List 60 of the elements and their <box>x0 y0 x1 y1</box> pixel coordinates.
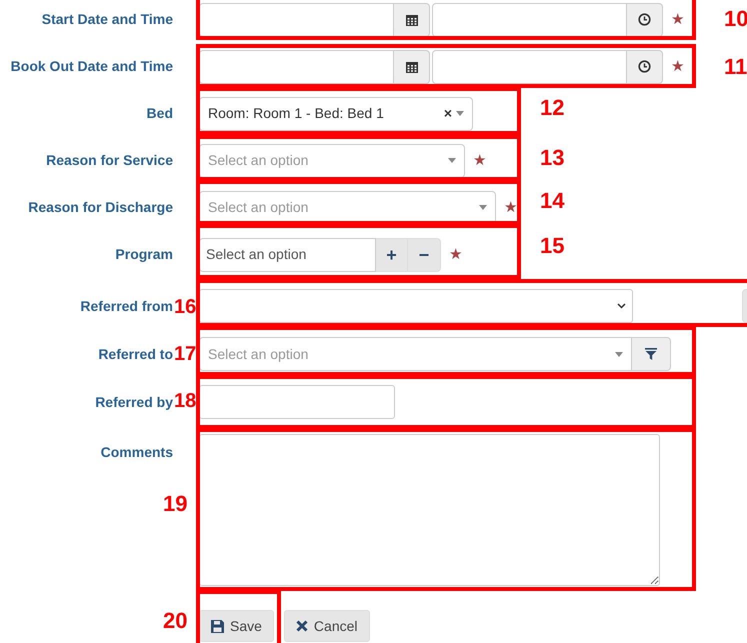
input-field[interactable] <box>199 50 394 84</box>
field-label: Reason for Service <box>45 151 173 170</box>
chevron-down-icon <box>617 303 626 309</box>
calendar-button[interactable] <box>394 50 430 84</box>
select-placeholder: Select an option <box>206 245 306 264</box>
annotation-number: 20 <box>163 610 188 632</box>
filter-button[interactable] <box>632 337 671 371</box>
caret-icon <box>479 205 487 210</box>
annotation-number: 11 <box>724 56 747 78</box>
required-icon: ★ <box>671 12 684 27</box>
annotation-number: 12 <box>540 97 564 119</box>
annotation-number: 14 <box>540 190 564 212</box>
field-label: Comments <box>100 443 173 462</box>
field-label: Start Date and Time <box>40 10 173 29</box>
required-icon: ★ <box>504 200 517 215</box>
annotation-number: 16 <box>174 297 196 317</box>
field-label: Bed <box>146 104 173 123</box>
annotation-number: 13 <box>540 147 564 169</box>
caret-icon <box>456 111 464 116</box>
clock-button[interactable] <box>627 2 663 36</box>
required-icon: ★ <box>473 153 486 168</box>
select-value: Room: Room 1 - Bed: Bed 1 <box>208 104 385 123</box>
add-button[interactable]: + <box>376 238 408 272</box>
save-button[interactable]: Save <box>199 610 274 642</box>
field-label: Reason for Discharge <box>27 198 173 217</box>
caret-icon <box>615 352 623 356</box>
input-field[interactable] <box>199 385 395 419</box>
field-label: Referred from <box>79 296 173 316</box>
select-placeholder: Select an option <box>208 198 310 217</box>
input-field[interactable] <box>432 2 627 36</box>
field-label: Referred to <box>97 344 173 364</box>
annotation-number: 18 <box>174 391 196 411</box>
floppy-icon <box>211 620 224 632</box>
clock-icon <box>638 60 651 73</box>
remove-button[interactable]: − <box>408 238 441 272</box>
close-icon <box>296 620 308 632</box>
select-placeholder: Select an option <box>208 151 310 170</box>
input-field[interactable] <box>199 2 394 36</box>
calendar-icon <box>406 14 418 26</box>
clock-button[interactable] <box>627 50 663 84</box>
cancel-button[interactable]: Cancel <box>284 610 370 642</box>
calendar-icon <box>406 60 418 72</box>
input-field[interactable] <box>432 50 627 84</box>
annotation-number: 19 <box>163 493 188 515</box>
field-label: Program <box>114 245 173 264</box>
select-field[interactable] <box>199 289 633 323</box>
required-icon: ★ <box>449 247 462 262</box>
calendar-button[interactable] <box>394 2 430 36</box>
filter-icon <box>645 348 657 360</box>
annotation-number: 17 <box>174 344 196 364</box>
select-field[interactable]: Room: Room 1 - Bed: Bed 1 × <box>199 96 473 130</box>
select-placeholder: Select an option <box>208 344 310 364</box>
annotation-number: 15 <box>540 235 564 257</box>
caret-icon <box>448 158 456 163</box>
clear-icon[interactable]: × <box>444 103 452 124</box>
field-label: Referred by <box>94 392 173 412</box>
required-icon: ★ <box>671 59 684 74</box>
clock-icon <box>638 13 651 26</box>
field-label: Book Out Date and Time <box>10 57 173 76</box>
select-field[interactable]: Select an option <box>199 238 376 272</box>
